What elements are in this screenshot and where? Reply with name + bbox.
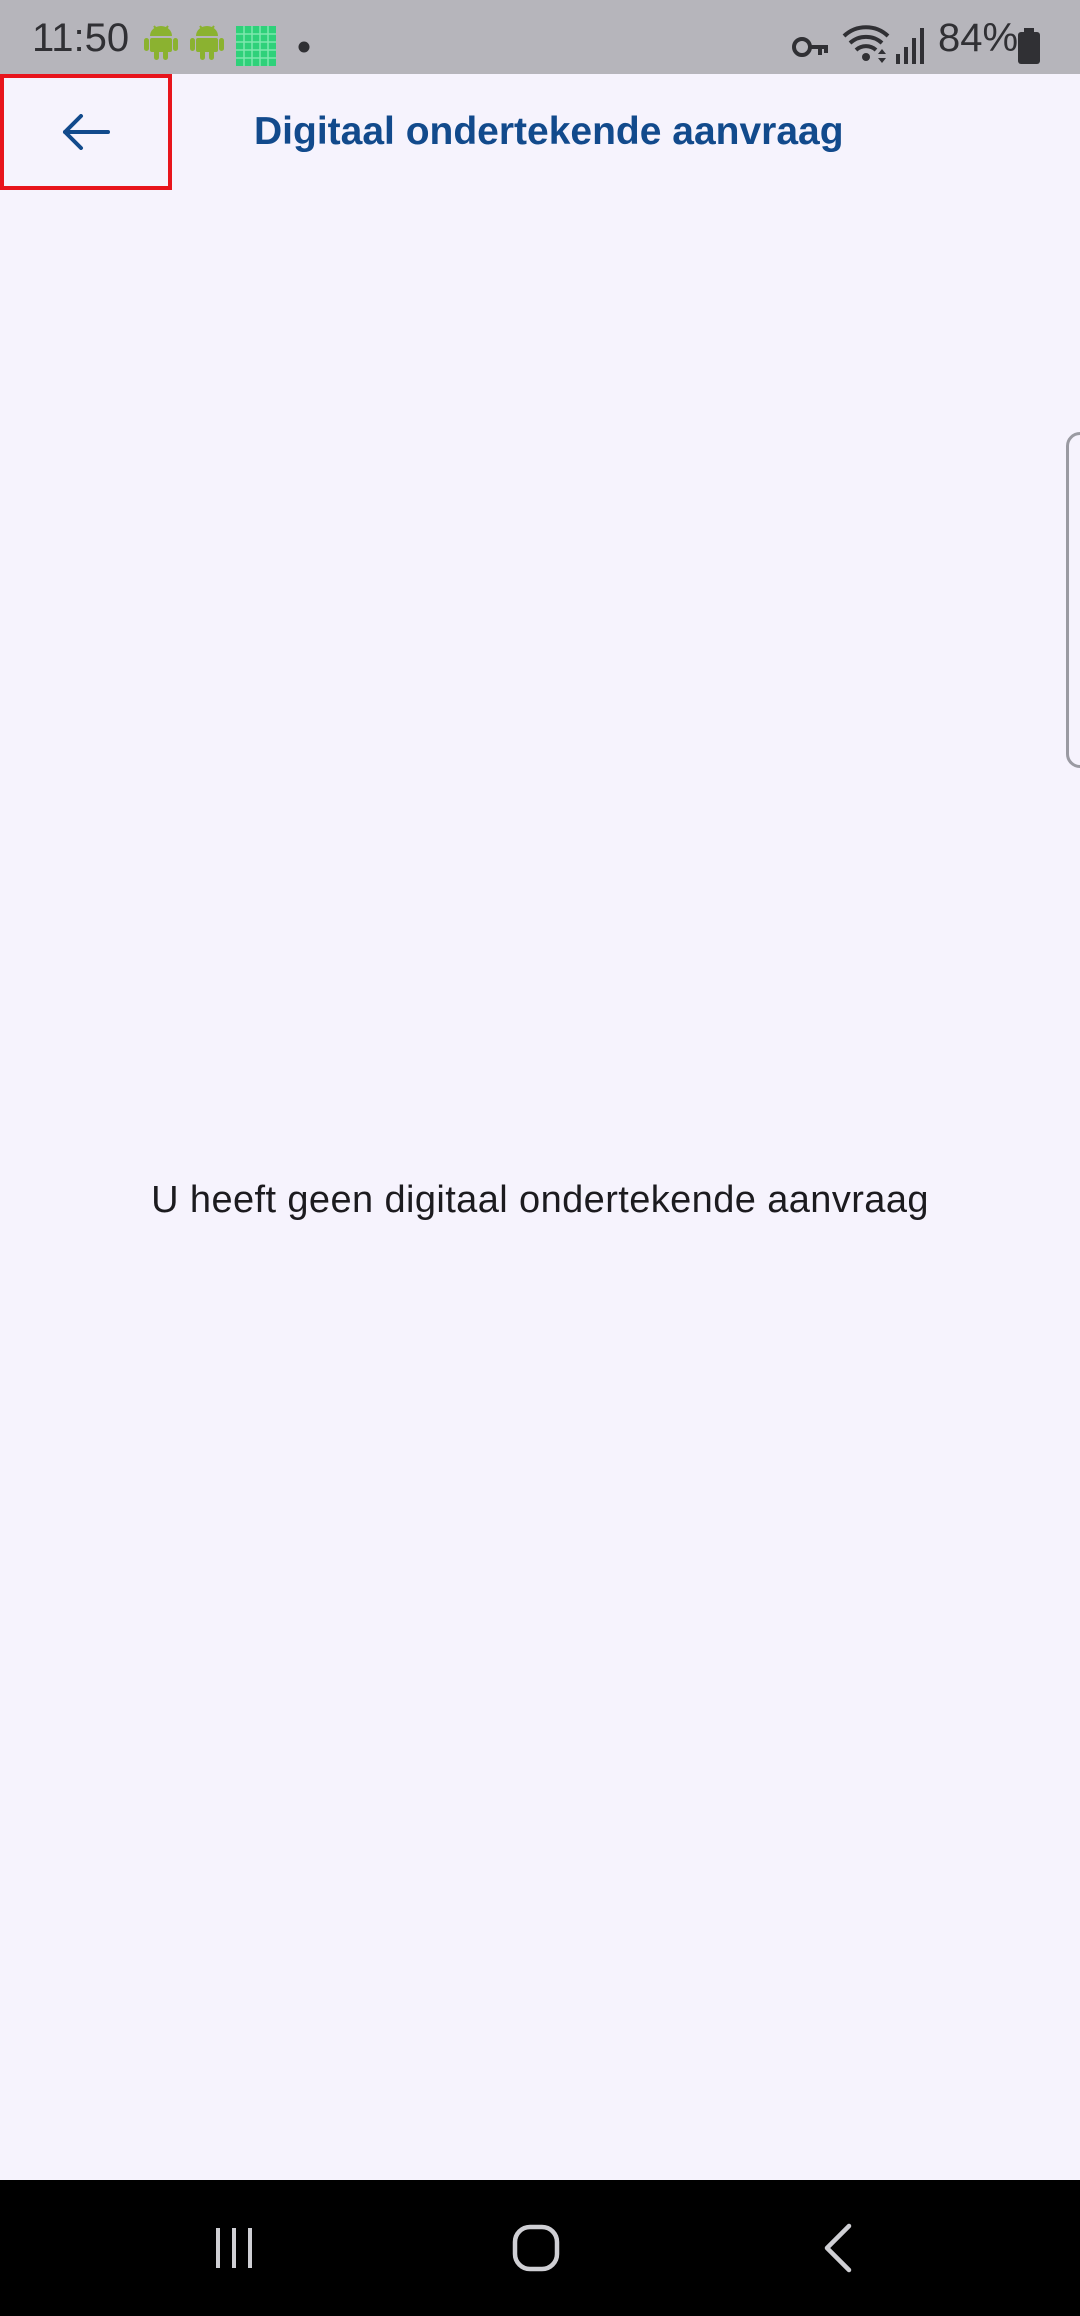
back-button[interactable]	[0, 74, 172, 190]
status-time: 11:50	[32, 16, 130, 60]
android-icon	[144, 22, 178, 67]
grid-app-icon	[236, 26, 276, 71]
home-button[interactable]	[436, 2180, 636, 2316]
dot-icon	[298, 40, 310, 58]
recent-apps-icon	[212, 2226, 256, 2270]
app-bar: Digitaal ondertekende aanvraag	[0, 74, 1080, 194]
system-back-button[interactable]	[738, 2180, 938, 2316]
wifi-icon	[842, 24, 890, 71]
home-icon	[512, 2224, 560, 2272]
empty-state-message: U heeft geen digitaal ondertekende aanvr…	[151, 1179, 929, 1221]
navigation-bar	[0, 2180, 1080, 2316]
page-title: Digitaal ondertekende aanvraag	[254, 110, 844, 153]
signal-icon	[896, 28, 926, 69]
recent-apps-button[interactable]	[134, 2180, 334, 2316]
back-icon	[822, 2223, 854, 2273]
battery-percentage: 84%	[938, 16, 1019, 60]
key-icon	[792, 36, 830, 63]
screen: 11:50 84% Digitaal ondertekende aanvraag…	[0, 0, 1080, 2316]
arrow-back-icon	[62, 114, 110, 150]
status-bar: 11:50 84%	[0, 0, 1080, 74]
android-icon	[190, 22, 224, 67]
battery-icon	[1018, 28, 1040, 69]
edge-panel-handle[interactable]	[1066, 432, 1080, 768]
